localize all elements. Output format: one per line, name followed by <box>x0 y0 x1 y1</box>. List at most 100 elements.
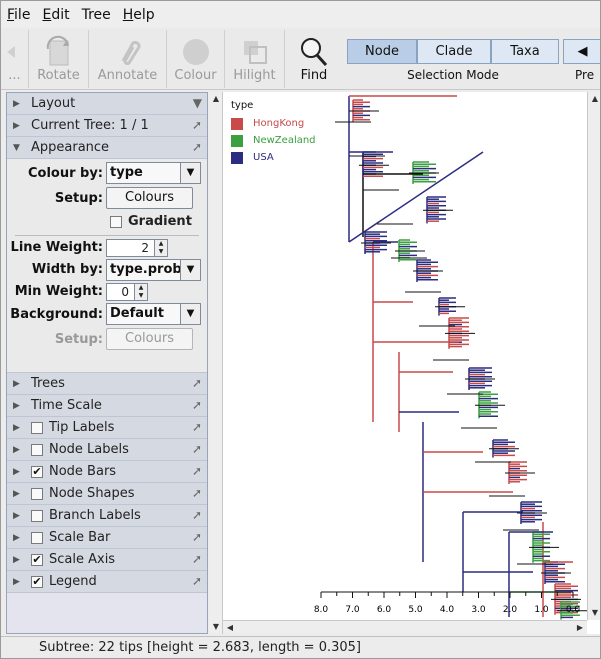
scroll-down-icon[interactable]: ▼ <box>588 606 600 620</box>
selection-taxa-button[interactable]: Taxa <box>491 39 559 64</box>
node-shapes-checkbox[interactable] <box>31 487 43 500</box>
pin-icon[interactable]: ➚ <box>192 376 202 390</box>
axis-tick-label: 7.0 <box>345 605 360 615</box>
min-weight-spinner[interactable]: 0 ▲ ▼ <box>106 283 148 301</box>
legend-header[interactable]: ▶ ✔ Legend ➚ <box>7 571 207 593</box>
pin-icon[interactable]: ➚ <box>192 118 202 132</box>
width-by-select[interactable]: type.prob ▼ <box>106 259 201 281</box>
tree-viewer[interactable]: ▲ ▼ ▲ ▼ ◀ ▶ 8.0 7.0 6.0 5.0 4.0 3.0 2.0 1.0 0.0 … <box>209 92 600 634</box>
gradient-checkbox[interactable]: Gradient <box>110 214 192 229</box>
expand-icon: ▶ <box>13 488 20 499</box>
annotate-button[interactable]: Annotate <box>89 30 167 88</box>
branch-labels-label: Branch Labels <box>49 508 141 523</box>
pin-icon[interactable]: ➚ <box>192 508 202 522</box>
expand-icon: ▶ <box>13 576 20 587</box>
branch-labels-header[interactable]: ▶ Branch Labels ➚ <box>7 505 207 527</box>
time-scale-header[interactable]: ▶ Time Scale ➚ <box>7 395 207 417</box>
scroll-right-icon[interactable]: ▶ <box>573 621 587 635</box>
legend-swatch <box>231 151 243 164</box>
expand-icon: ▶ <box>13 444 20 455</box>
node-labels-header[interactable]: ▶ Node Labels ➚ <box>7 439 207 461</box>
setup-label: Setup: <box>54 191 103 206</box>
legend-label: USA <box>253 152 274 163</box>
horizontal-scrollbar[interactable]: ◀ ▶ <box>223 620 587 634</box>
legend-swatch <box>231 117 243 130</box>
rotate-button[interactable]: Rotate <box>29 30 89 88</box>
selection-node-button[interactable]: Node <box>347 39 417 64</box>
prev-button[interactable]: ◀ <box>563 39 600 64</box>
pin-icon[interactable]: ➚ <box>192 442 202 456</box>
menu-help[interactable]: Help <box>123 7 155 23</box>
appearance-header[interactable]: ▼ Appearance ➚ <box>7 137 207 159</box>
layout-header[interactable]: ▶ Layout ▼ <box>7 93 207 115</box>
node-bars-header[interactable]: ▶ ✔ Node Bars ➚ <box>7 461 207 483</box>
scale-bar-checkbox[interactable] <box>31 531 43 544</box>
expand-icon: ▶ <box>13 554 20 565</box>
pin-icon[interactable]: ➚ <box>192 420 202 434</box>
right-vertical-scrollbar[interactable]: ▲ ▼ <box>587 92 600 620</box>
expand-icon: ▶ <box>13 532 20 543</box>
left-vertical-scrollbar[interactable]: ▲ ▼ <box>209 92 223 634</box>
menu-file[interactable]: File <box>7 7 30 23</box>
tip-labels-label: Tip Labels <box>49 420 115 435</box>
legend: type HongKong NewZealand USA <box>231 100 316 166</box>
divider <box>15 235 199 236</box>
app-window: File Edit Tree Help ... Rotate Annotate … <box>0 0 601 659</box>
pin-icon[interactable]: ➚ <box>192 464 202 478</box>
scroll-up-icon[interactable]: ▲ <box>588 92 600 106</box>
colour-circle-icon <box>182 39 209 65</box>
background-select[interactable]: Default ▼ <box>106 303 201 325</box>
phylogenetic-tree[interactable]: 8.0 7.0 6.0 5.0 4.0 3.0 2.0 1.0 0.0 <box>223 92 587 620</box>
node-labels-checkbox[interactable] <box>31 443 43 456</box>
expand-icon: ▶ <box>13 510 20 521</box>
axis-tick-label: 2.0 <box>503 605 518 615</box>
menu-edit[interactable]: Edit <box>42 7 69 23</box>
find-button[interactable]: Find <box>291 30 337 88</box>
node-bars-checkbox[interactable]: ✔ <box>31 465 43 478</box>
scale-axis-header[interactable]: ▶ ✔ Scale Axis ➚ <box>7 549 207 571</box>
spinner-arrows-icon[interactable]: ▲ ▼ <box>134 284 147 300</box>
trees-header[interactable]: ▶ Trees ➚ <box>7 373 207 395</box>
node-shapes-header[interactable]: ▶ Node Shapes ➚ <box>7 483 207 505</box>
pin-icon[interactable]: ➚ <box>192 398 202 412</box>
branch-labels-checkbox[interactable] <box>31 509 43 522</box>
menu-tree[interactable]: Tree <box>82 7 111 23</box>
node-bars-label: Node Bars <box>49 464 117 479</box>
pin-icon[interactable]: ➚ <box>192 530 202 544</box>
pin-icon[interactable]: ➚ <box>192 574 202 588</box>
colour-by-select[interactable]: type ▼ <box>106 162 201 184</box>
legend-title: type <box>231 100 254 111</box>
pin-icon[interactable]: ➚ <box>192 552 202 566</box>
background-label: Background: <box>10 307 103 322</box>
tip-labels-checkbox[interactable] <box>31 421 43 434</box>
left-arrow-icon: ◀ <box>577 44 588 59</box>
colour-button[interactable]: Colour <box>167 30 225 88</box>
hilight-button[interactable]: Hilight <box>225 30 285 88</box>
spinner-arrows-icon[interactable]: ▲ ▼ <box>154 240 167 256</box>
expand-icon: ▶ <box>13 120 20 131</box>
axis-tick-label: 1.0 <box>534 605 549 615</box>
colours2-button[interactable]: Colours <box>106 328 193 350</box>
tip-labels-header[interactable]: ▶ Tip Labels ➚ <box>7 417 207 439</box>
scale-axis: 8.0 7.0 6.0 5.0 4.0 3.0 2.0 1.0 0.0 <box>314 591 580 615</box>
scroll-down-icon[interactable]: ▼ <box>209 620 223 634</box>
expand-icon: ▶ <box>13 466 20 477</box>
pin-icon[interactable]: ▼ <box>193 96 202 110</box>
current-tree-header[interactable]: ▶ Current Tree: 1 / 1 ➚ <box>7 115 207 137</box>
rotate-icon <box>46 35 69 66</box>
prev-label: Pre <box>575 68 595 82</box>
axis-tick-label: 8.0 <box>314 605 329 615</box>
line-weight-spinner[interactable]: 2 ▲ ▼ <box>106 239 168 257</box>
pin-icon[interactable]: ➚ <box>192 140 202 154</box>
scale-bar-header[interactable]: ▶ Scale Bar ➚ <box>7 527 207 549</box>
colours-button[interactable]: Colours <box>106 187 193 209</box>
scroll-left-icon[interactable]: ◀ <box>223 621 237 635</box>
selection-clade-button[interactable]: Clade <box>417 39 491 64</box>
legend-checkbox[interactable]: ✔ <box>31 575 43 588</box>
scale-bar-label: Scale Bar <box>49 530 111 545</box>
pin-icon[interactable]: ➚ <box>192 486 202 500</box>
scale-axis-checkbox[interactable]: ✔ <box>31 553 43 566</box>
scroll-up-icon[interactable]: ▲ <box>209 92 223 106</box>
toolbar-overflow-button[interactable]: ... <box>1 30 29 88</box>
legend-item-newzealand: NewZealand <box>231 132 316 149</box>
